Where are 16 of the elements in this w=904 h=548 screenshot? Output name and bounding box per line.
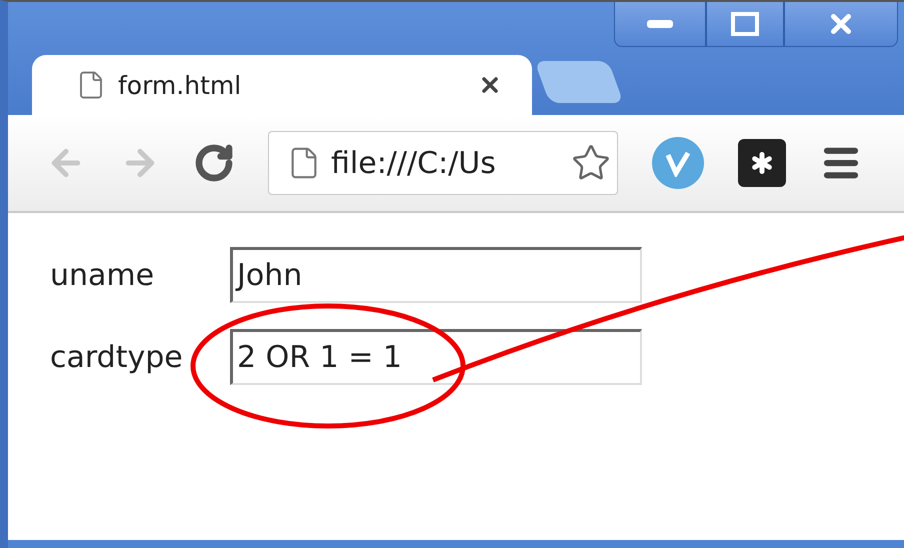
minimize-button[interactable] bbox=[614, 2, 706, 47]
asterisk-icon[interactable] bbox=[738, 139, 786, 187]
restore-icon bbox=[731, 12, 759, 36]
tab-title: form.html bbox=[118, 70, 242, 100]
address-bar[interactable]: file:///C:/Us bbox=[268, 131, 618, 195]
close-button[interactable] bbox=[784, 2, 898, 47]
minimize-icon bbox=[647, 20, 673, 28]
input-field[interactable]: 2 OR 1 = 1 bbox=[230, 329, 642, 385]
restore-button[interactable] bbox=[706, 2, 784, 47]
extension-icon[interactable] bbox=[652, 137, 704, 189]
url-text: file:///C:/Us bbox=[331, 146, 497, 180]
field-label: cardtype bbox=[50, 340, 184, 374]
input-field[interactable]: John bbox=[230, 247, 642, 303]
browser-tab[interactable]: form.html bbox=[32, 55, 532, 115]
reload-icon[interactable] bbox=[194, 143, 234, 183]
field-label: uname bbox=[50, 258, 156, 292]
